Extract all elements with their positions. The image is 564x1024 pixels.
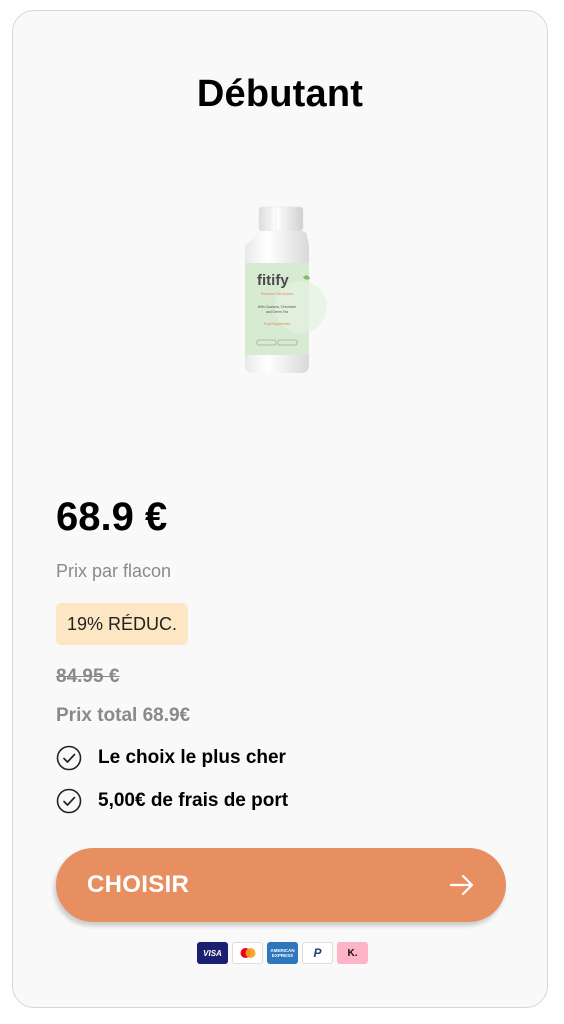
plan-title: Débutant [196, 73, 364, 115]
paypal-icon: P [302, 942, 333, 964]
feature-label: Le choix le plus cher [98, 747, 286, 768]
product-image: fitify Premium Fat Burner With Guarana, … [245, 206, 327, 373]
choose-button-label: CHOISIR [87, 871, 190, 898]
check-circle-icon [56, 788, 82, 814]
klarna-icon: K. [337, 942, 368, 964]
bottle-type: Food Supplement [264, 322, 291, 326]
old-price: 84.95 € [56, 666, 120, 687]
klarna-label: K. [347, 947, 358, 959]
amex-label: AMERICAN EXPRESS [270, 948, 295, 958]
bottle-subtitle: Premium Fat Burner [261, 292, 294, 296]
american-express-icon: AMERICAN EXPRESS [267, 942, 298, 964]
bottle-ingredients-2: and Green Tea [266, 310, 288, 314]
pricing-card: Débutant fitify Premium Fat Burner With … [12, 10, 548, 1008]
check-circle-icon [56, 745, 82, 771]
bottle-ingredients-1: With Guarana, Chromium [258, 305, 297, 309]
feature-item: Le choix le plus cher [56, 744, 286, 772]
mastercard-icon [232, 942, 263, 964]
arrow-right-icon [449, 874, 474, 896]
price: 68.9 € [56, 495, 168, 539]
paypal-label: P [313, 946, 322, 960]
visa-icon: VISA [197, 942, 228, 964]
visa-label: VISA [203, 948, 222, 958]
total-price: Prix total 68.9€ [56, 705, 191, 726]
payment-methods: VISA AMERICAN EXPRESS P K. [197, 942, 368, 964]
choose-button[interactable]: CHOISIR [56, 848, 506, 922]
price-caption: Prix par flacon [56, 561, 172, 581]
bottle-brand: fitify [257, 272, 289, 289]
mastercard-circles [240, 948, 255, 958]
discount-badge: 19% RÉDUC. [56, 603, 189, 645]
feature-label: 5,00€ de frais de port [98, 790, 289, 811]
feature-item: 5,00€ de frais de port [56, 787, 288, 815]
